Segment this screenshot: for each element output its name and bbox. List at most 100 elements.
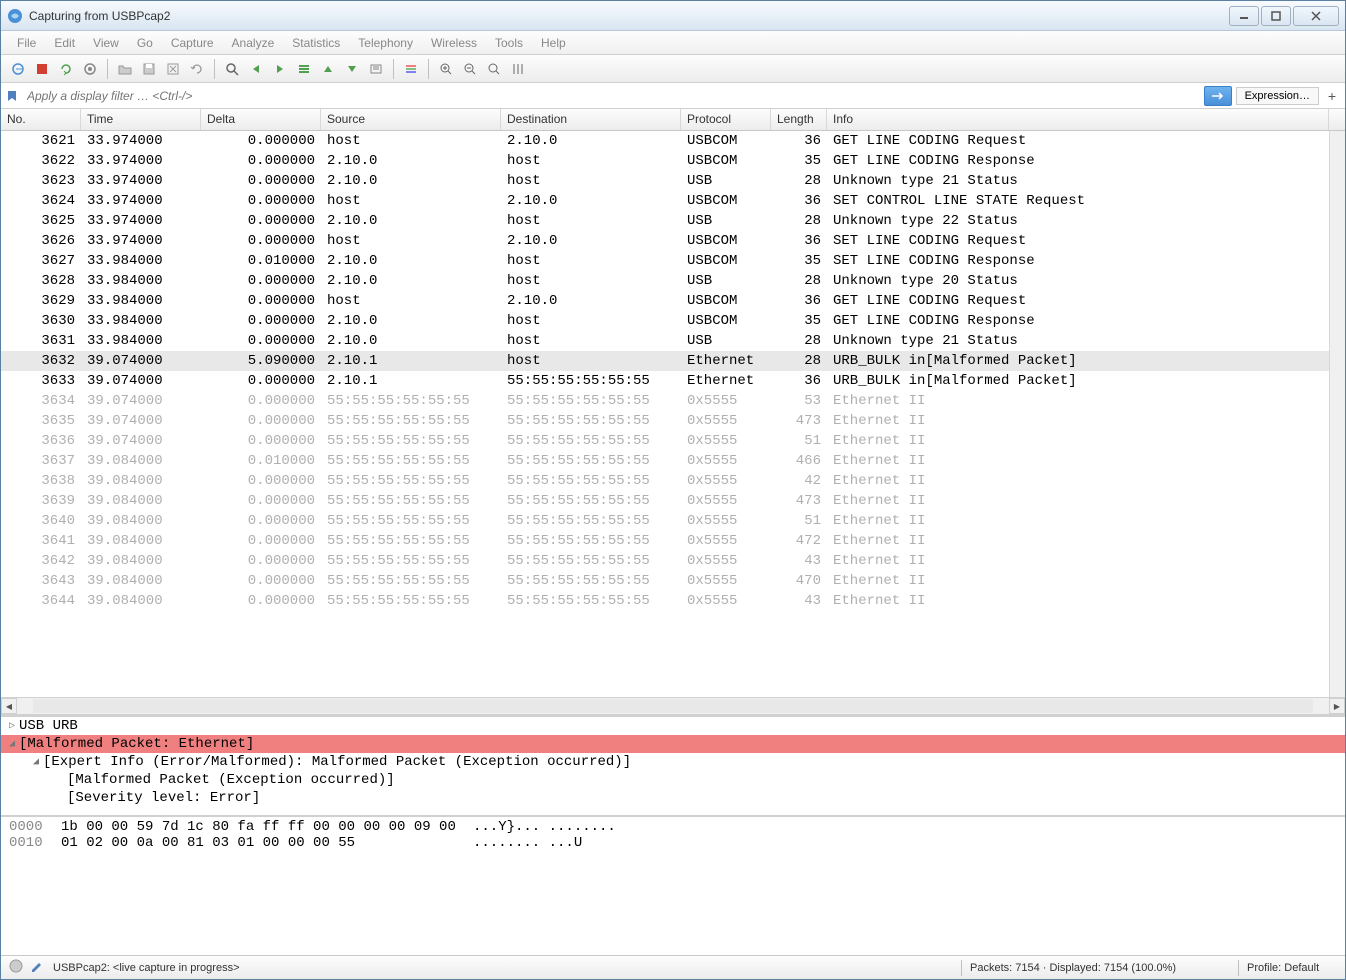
menu-help[interactable]: Help <box>533 33 574 53</box>
maximize-button[interactable] <box>1261 6 1291 26</box>
menu-go[interactable]: Go <box>129 33 161 53</box>
packet-row[interactable]: 363339.0740000.0000002.10.155:55:55:55:5… <box>1 371 1345 391</box>
close-file-icon[interactable] <box>162 58 184 80</box>
packet-row[interactable]: 362533.9740000.0000002.10.0hostUSB28Unkn… <box>1 211 1345 231</box>
go-back-icon[interactable] <box>245 58 267 80</box>
zoom-in-icon[interactable] <box>435 58 457 80</box>
detail-row[interactable]: ◢[Malformed Packet: Ethernet] <box>1 735 1345 753</box>
minimize-button[interactable] <box>1229 6 1259 26</box>
display-filter-input[interactable] <box>23 87 1200 105</box>
menu-edit[interactable]: Edit <box>46 33 83 53</box>
go-forward-icon[interactable] <box>269 58 291 80</box>
packet-row[interactable]: 364039.0840000.00000055:55:55:55:55:5555… <box>1 511 1345 531</box>
open-file-icon[interactable] <box>114 58 136 80</box>
menu-capture[interactable]: Capture <box>163 33 222 53</box>
packet-row[interactable]: 362333.9740000.0000002.10.0hostUSB28Unkn… <box>1 171 1345 191</box>
app-icon <box>7 8 23 24</box>
column-destination[interactable]: Destination <box>501 109 681 130</box>
column-length[interactable]: Length <box>771 109 827 130</box>
horizontal-scrollbar[interactable]: ◀ ▶ <box>1 697 1345 715</box>
packet-details-pane[interactable]: ▷USB URB◢[Malformed Packet: Ethernet]◢[E… <box>1 715 1345 815</box>
scroll-right-icon[interactable]: ▶ <box>1329 698 1345 714</box>
go-last-icon[interactable] <box>341 58 363 80</box>
toolbar-separator <box>214 59 215 79</box>
close-button[interactable] <box>1293 6 1339 26</box>
menu-telephony[interactable]: Telephony <box>350 33 421 53</box>
bytes-row[interactable]: 001001 02 00 0a 00 81 03 01 00 00 00 55.… <box>9 835 1337 851</box>
detail-row[interactable]: [Malformed Packet (Exception occurred)] <box>1 771 1345 789</box>
statusbar: USBPcap2: <live capture in progress> Pac… <box>1 955 1345 979</box>
auto-scroll-icon[interactable] <box>365 58 387 80</box>
stop-capture-icon[interactable] <box>31 58 53 80</box>
packet-row[interactable]: 364139.0840000.00000055:55:55:55:55:5555… <box>1 531 1345 551</box>
bytes-row[interactable]: 00001b 00 00 59 7d 1c 80 fa ff ff 00 00 … <box>9 819 1337 835</box>
titlebar[interactable]: Capturing from USBPcap2 <box>1 1 1345 31</box>
column-protocol[interactable]: Protocol <box>681 109 771 130</box>
apply-filter-button[interactable] <box>1204 86 1232 106</box>
detail-row[interactable]: ▷USB URB <box>1 717 1345 735</box>
tree-toggle-icon[interactable]: ◢ <box>29 756 43 768</box>
packet-row[interactable]: 363639.0740000.00000055:55:55:55:55:5555… <box>1 431 1345 451</box>
edit-capture-icon[interactable] <box>29 959 43 976</box>
column-info[interactable]: Info <box>827 109 1329 130</box>
app-window: Capturing from USBPcap2 FileEditViewGoCa… <box>0 0 1346 980</box>
packet-row[interactable]: 362833.9840000.0000002.10.0hostUSB28Unkn… <box>1 271 1345 291</box>
status-profile[interactable]: Profile: Default <box>1247 962 1337 974</box>
column-time[interactable]: Time <box>81 109 201 130</box>
packet-row[interactable]: 362233.9740000.0000002.10.0hostUSBCOM35G… <box>1 151 1345 171</box>
packet-row[interactable]: 363539.0740000.00000055:55:55:55:55:5555… <box>1 411 1345 431</box>
packet-row[interactable]: 363033.9840000.0000002.10.0hostUSBCOM35G… <box>1 311 1345 331</box>
zoom-out-icon[interactable] <box>459 58 481 80</box>
go-to-packet-icon[interactable] <box>293 58 315 80</box>
colorize-icon[interactable] <box>400 58 422 80</box>
menu-analyze[interactable]: Analyze <box>224 33 283 53</box>
packet-row[interactable]: 363439.0740000.00000055:55:55:55:55:5555… <box>1 391 1345 411</box>
packet-row[interactable]: 362433.9740000.000000host2.10.0USBCOM36S… <box>1 191 1345 211</box>
bookmark-icon[interactable] <box>5 89 19 103</box>
menu-tools[interactable]: Tools <box>487 33 531 53</box>
packet-list[interactable]: 362133.9740000.000000host2.10.0USBCOM36G… <box>1 131 1345 697</box>
tree-toggle-icon[interactable]: ◢ <box>5 738 19 750</box>
detail-row[interactable]: [Severity level: Error] <box>1 789 1345 807</box>
vertical-scrollbar[interactable] <box>1329 131 1345 697</box>
packet-row[interactable]: 362733.9840000.0100002.10.0hostUSBCOM35S… <box>1 251 1345 271</box>
toolbar-separator <box>393 59 394 79</box>
start-capture-icon[interactable] <box>7 58 29 80</box>
scroll-left-icon[interactable]: ◀ <box>1 698 17 714</box>
save-file-icon[interactable] <box>138 58 160 80</box>
expert-info-icon[interactable] <box>9 959 23 976</box>
add-filter-button[interactable]: + <box>1323 88 1341 104</box>
packet-row[interactable]: 362633.9740000.000000host2.10.0USBCOM36S… <box>1 231 1345 251</box>
capture-options-icon[interactable] <box>79 58 101 80</box>
packet-row[interactable]: 363239.0740005.0900002.10.1hostEthernet2… <box>1 351 1345 371</box>
column-source[interactable]: Source <box>321 109 501 130</box>
detail-row[interactable]: ◢[Expert Info (Error/Malformed): Malform… <box>1 753 1345 771</box>
menu-file[interactable]: File <box>9 33 44 53</box>
packet-row[interactable]: 363939.0840000.00000055:55:55:55:55:5555… <box>1 491 1345 511</box>
packet-bytes-pane[interactable]: 00001b 00 00 59 7d 1c 80 fa ff ff 00 00 … <box>1 815 1345 955</box>
zoom-reset-icon[interactable] <box>483 58 505 80</box>
find-packet-icon[interactable] <box>221 58 243 80</box>
menu-statistics[interactable]: Statistics <box>284 33 348 53</box>
menubar: FileEditViewGoCaptureAnalyzeStatisticsTe… <box>1 31 1345 55</box>
reload-icon[interactable] <box>186 58 208 80</box>
expression-button[interactable]: Expression… <box>1236 87 1319 105</box>
packet-row[interactable]: 363133.9840000.0000002.10.0hostUSB28Unkn… <box>1 331 1345 351</box>
packet-row[interactable]: 363839.0840000.00000055:55:55:55:55:5555… <box>1 471 1345 491</box>
go-first-icon[interactable] <box>317 58 339 80</box>
packet-list-header: No. Time Delta Source Destination Protoc… <box>1 109 1345 131</box>
tree-toggle-icon[interactable]: ▷ <box>5 720 19 732</box>
filter-toolbar: Expression… + <box>1 83 1345 109</box>
resize-columns-icon[interactable] <box>507 58 529 80</box>
column-delta[interactable]: Delta <box>201 109 321 130</box>
packet-row[interactable]: 362933.9840000.000000host2.10.0USBCOM36G… <box>1 291 1345 311</box>
restart-capture-icon[interactable] <box>55 58 77 80</box>
menu-wireless[interactable]: Wireless <box>423 33 485 53</box>
column-no[interactable]: No. <box>1 109 81 130</box>
menu-view[interactable]: View <box>85 33 127 53</box>
packet-row[interactable]: 364439.0840000.00000055:55:55:55:55:5555… <box>1 591 1345 611</box>
packet-row[interactable]: 363739.0840000.01000055:55:55:55:55:5555… <box>1 451 1345 471</box>
packet-row[interactable]: 362133.9740000.000000host2.10.0USBCOM36G… <box>1 131 1345 151</box>
packet-row[interactable]: 364339.0840000.00000055:55:55:55:55:5555… <box>1 571 1345 591</box>
packet-row[interactable]: 364239.0840000.00000055:55:55:55:55:5555… <box>1 551 1345 571</box>
